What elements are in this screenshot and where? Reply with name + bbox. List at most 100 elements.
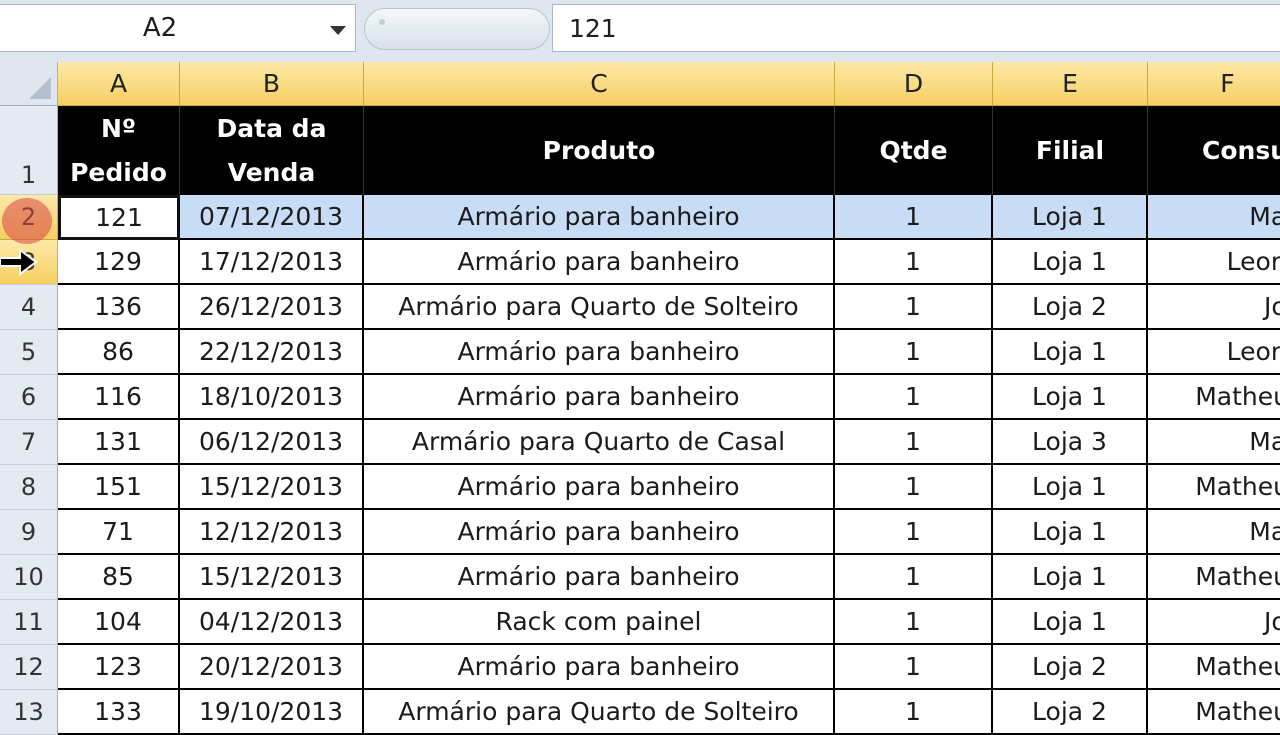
table-cell[interactable]: Loja 1 (993, 465, 1148, 510)
row-header-11[interactable]: 11 (0, 600, 58, 645)
table-cell[interactable]: 1 (835, 645, 993, 690)
table-cell[interactable]: 1 (835, 375, 993, 420)
row-header-12[interactable]: 12 (0, 645, 58, 690)
header-cell-a[interactable]: Nº Pedido (58, 106, 180, 195)
table-cell[interactable]: 15/12/2013 (180, 465, 364, 510)
table-cell[interactable]: 1 (835, 195, 993, 240)
table-cell[interactable]: Armário para banheiro (364, 510, 835, 555)
table-cell[interactable]: Man (1148, 195, 1280, 240)
table-cell[interactable]: Leona (1148, 240, 1280, 285)
column-header-d[interactable]: D (835, 62, 993, 106)
table-cell[interactable]: Loja 1 (993, 510, 1148, 555)
table-cell[interactable]: Armário para banheiro (364, 375, 835, 420)
table-cell[interactable]: 123 (58, 645, 180, 690)
table-cell[interactable]: 19/10/2013 (180, 690, 364, 735)
formula-input[interactable]: 121 (552, 4, 1280, 52)
table-cell[interactable]: Joã (1148, 285, 1280, 330)
table-cell[interactable]: Loja 1 (993, 375, 1148, 420)
table-cell[interactable]: 133 (58, 690, 180, 735)
table-cell[interactable]: 18/10/2013 (180, 375, 364, 420)
row-header-1[interactable]: 1 (0, 106, 58, 195)
table-cell[interactable]: Armário para banheiro (364, 195, 835, 240)
header-cell-e[interactable]: Filial (993, 106, 1148, 195)
table-cell[interactable]: Loja 2 (993, 690, 1148, 735)
table-cell[interactable]: Armário para banheiro (364, 465, 835, 510)
table-cell[interactable]: 86 (58, 330, 180, 375)
column-header-e[interactable]: E (993, 62, 1148, 106)
table-cell[interactable]: 1 (835, 690, 993, 735)
table-cell[interactable]: 1 (835, 285, 993, 330)
name-box[interactable]: A2 (0, 4, 356, 52)
table-cell[interactable]: Man (1148, 420, 1280, 465)
table-cell[interactable]: 1 (835, 600, 993, 645)
table-cell[interactable]: Matheus (1148, 375, 1280, 420)
table-cell[interactable]: 22/12/2013 (180, 330, 364, 375)
column-header-c[interactable]: C (364, 62, 835, 106)
row-header-5[interactable]: 5 (0, 330, 58, 375)
table-cell[interactable]: Matheus (1148, 465, 1280, 510)
table-cell[interactable]: Leona (1148, 330, 1280, 375)
table-cell[interactable]: Loja 1 (993, 555, 1148, 600)
table-cell[interactable]: 1 (835, 510, 993, 555)
table-cell[interactable]: Joã (1148, 600, 1280, 645)
table-cell[interactable]: 1 (835, 330, 993, 375)
table-cell[interactable]: 06/12/2013 (180, 420, 364, 465)
header-cell-b[interactable]: Data da Venda (180, 106, 364, 195)
table-cell[interactable]: 116 (58, 375, 180, 420)
table-cell[interactable]: 151 (58, 465, 180, 510)
table-cell[interactable]: 1 (835, 465, 993, 510)
header-cell-c[interactable]: Produto (364, 106, 835, 195)
row-header-6[interactable]: 6 (0, 375, 58, 420)
header-cell-d[interactable]: Qtde (835, 106, 993, 195)
table-cell[interactable]: 129 (58, 240, 180, 285)
table-cell[interactable]: 131 (58, 420, 180, 465)
row-header-13[interactable]: 13 (0, 690, 58, 735)
table-cell[interactable]: 04/12/2013 (180, 600, 364, 645)
table-cell[interactable]: Loja 2 (993, 285, 1148, 330)
table-cell[interactable]: 26/12/2013 (180, 285, 364, 330)
table-cell[interactable]: Loja 1 (993, 600, 1148, 645)
header-cell-f[interactable]: Consu (1148, 106, 1280, 195)
select-all-button[interactable] (0, 62, 58, 106)
table-cell[interactable]: 12/12/2013 (180, 510, 364, 555)
row-header-8[interactable]: 8 (0, 465, 58, 510)
table-cell[interactable]: 1 (835, 555, 993, 600)
table-cell[interactable]: Armário para banheiro (364, 240, 835, 285)
active-cell[interactable]: 121 (58, 195, 180, 240)
table-cell[interactable]: Loja 1 (993, 240, 1148, 285)
table-cell[interactable]: Armário para banheiro (364, 555, 835, 600)
table-cell[interactable]: 85 (58, 555, 180, 600)
table-cell[interactable]: 136 (58, 285, 180, 330)
table-cell[interactable]: 1 (835, 420, 993, 465)
table-cell[interactable]: 1 (835, 240, 993, 285)
table-cell[interactable]: Loja 1 (993, 330, 1148, 375)
chevron-down-icon[interactable] (330, 26, 346, 35)
table-cell[interactable]: Armário para banheiro (364, 645, 835, 690)
row-header-9[interactable]: 9 (0, 510, 58, 555)
table-cell[interactable]: Armário para Quarto de Solteiro (364, 690, 835, 735)
table-cell[interactable]: 07/12/2013 (180, 195, 364, 240)
row-header-4[interactable]: 4 (0, 285, 58, 330)
table-cell[interactable]: 104 (58, 600, 180, 645)
table-cell[interactable]: Man (1148, 510, 1280, 555)
table-cell[interactable]: Matheus (1148, 690, 1280, 735)
column-header-a[interactable]: A (58, 62, 180, 106)
table-cell[interactable]: Armário para banheiro (364, 330, 835, 375)
table-cell[interactable]: Rack com painel (364, 600, 835, 645)
table-cell[interactable]: Loja 2 (993, 645, 1148, 690)
table-cell[interactable]: 20/12/2013 (180, 645, 364, 690)
column-header-f[interactable]: F (1148, 62, 1280, 106)
table-cell[interactable]: 15/12/2013 (180, 555, 364, 600)
table-cell[interactable]: Matheus (1148, 555, 1280, 600)
row-header-7[interactable]: 7 (0, 420, 58, 465)
table-cell[interactable]: 71 (58, 510, 180, 555)
table-cell[interactable]: Armário para Quarto de Solteiro (364, 285, 835, 330)
column-header-b[interactable]: B (180, 62, 364, 106)
formula-bar-splitter[interactable]: fx (364, 8, 887, 50)
table-cell[interactable]: 17/12/2013 (180, 240, 364, 285)
table-cell[interactable]: Armário para Quarto de Casal (364, 420, 835, 465)
table-cell[interactable]: Loja 1 (993, 195, 1148, 240)
table-cell[interactable]: Matheus (1148, 645, 1280, 690)
row-header-10[interactable]: 10 (0, 555, 58, 600)
table-cell[interactable]: Loja 3 (993, 420, 1148, 465)
